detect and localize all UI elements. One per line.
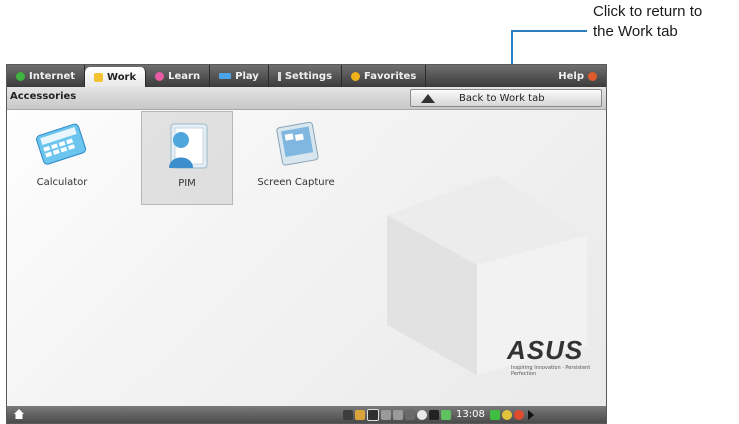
app-label: Calculator: [36, 177, 88, 188]
screen-capture-icon: [276, 121, 319, 166]
callout-text: Click to return to the Work tab: [593, 2, 739, 42]
tab-label: Internet: [29, 70, 76, 82]
callout-line-2: the Work tab: [593, 23, 678, 40]
back-to-work-tab-button[interactable]: Back to Work tab: [410, 89, 602, 107]
mixer-icon[interactable]: [405, 409, 415, 420]
tab-label: Work: [107, 71, 137, 83]
internet-icon: [16, 71, 25, 81]
app-pim[interactable]: PIM: [141, 111, 233, 205]
wifi-icon[interactable]: [343, 409, 353, 420]
tab-play[interactable]: Play: [210, 65, 269, 87]
main-tab-bar: Internet Work Learn Play Settings Favori…: [7, 65, 606, 87]
device-icon[interactable]: [381, 409, 391, 420]
favorites-icon: [351, 71, 361, 81]
taskbar: 13:08: [7, 406, 606, 423]
app-label: PIM: [178, 178, 196, 189]
back-button-label: Back to Work tab: [459, 92, 545, 104]
eeepc-screen: Internet Work Learn Play Settings Favori…: [6, 64, 607, 424]
volume-icon[interactable]: [417, 409, 427, 420]
home-icon[interactable]: [13, 408, 25, 420]
desktop-icon[interactable]: [489, 409, 500, 420]
pim-icon: [169, 123, 208, 169]
asus-logo: ASUS: [507, 335, 584, 365]
app-screen-capture[interactable]: Screen Capture: [251, 111, 341, 203]
tab-internet[interactable]: Internet: [7, 65, 86, 87]
app-label: Screen Capture: [257, 177, 335, 188]
help-icon: [588, 71, 597, 81]
tab-label: Learn: [168, 70, 201, 82]
tab-label: Help: [558, 70, 584, 82]
settings-icon: [277, 71, 281, 81]
keyboard-icon[interactable]: [429, 409, 439, 420]
asus-slogan: Inspiring Innovation · Persistent Perfec…: [511, 365, 591, 377]
clock: 13:08: [456, 409, 485, 420]
storage-icon[interactable]: [393, 409, 403, 420]
app-calculator[interactable]: Calculator: [17, 111, 107, 203]
network-icon[interactable]: [355, 409, 365, 420]
battery-icon[interactable]: [367, 408, 379, 421]
tab-work[interactable]: Work: [85, 67, 147, 87]
play-icon: [219, 73, 232, 79]
toolbar: Accessories Back to Work tab: [7, 87, 606, 110]
up-arrow-icon: [421, 93, 435, 103]
tab-settings[interactable]: Settings: [269, 65, 343, 87]
power-icon[interactable]: [513, 409, 524, 420]
callout-line-1: Click to return to: [593, 3, 703, 20]
update-icon[interactable]: [441, 409, 451, 420]
work-icon: [94, 72, 104, 82]
calculator-icon: [36, 123, 87, 165]
breadcrumb: Accessories: [10, 91, 77, 102]
tab-label: Favorites: [364, 70, 417, 82]
callout-line-horizontal: [512, 30, 587, 32]
tab-label: Settings: [284, 70, 333, 82]
learn-icon: [155, 71, 165, 81]
tab-favorites[interactable]: Favorites: [342, 65, 427, 87]
tab-learn[interactable]: Learn: [146, 65, 211, 87]
tab-label: Play: [235, 70, 259, 82]
arrow-right-icon[interactable]: [527, 409, 534, 420]
tab-help[interactable]: Help: [549, 65, 606, 87]
user-icon[interactable]: [501, 409, 512, 420]
system-tray: 13:08: [343, 408, 534, 421]
